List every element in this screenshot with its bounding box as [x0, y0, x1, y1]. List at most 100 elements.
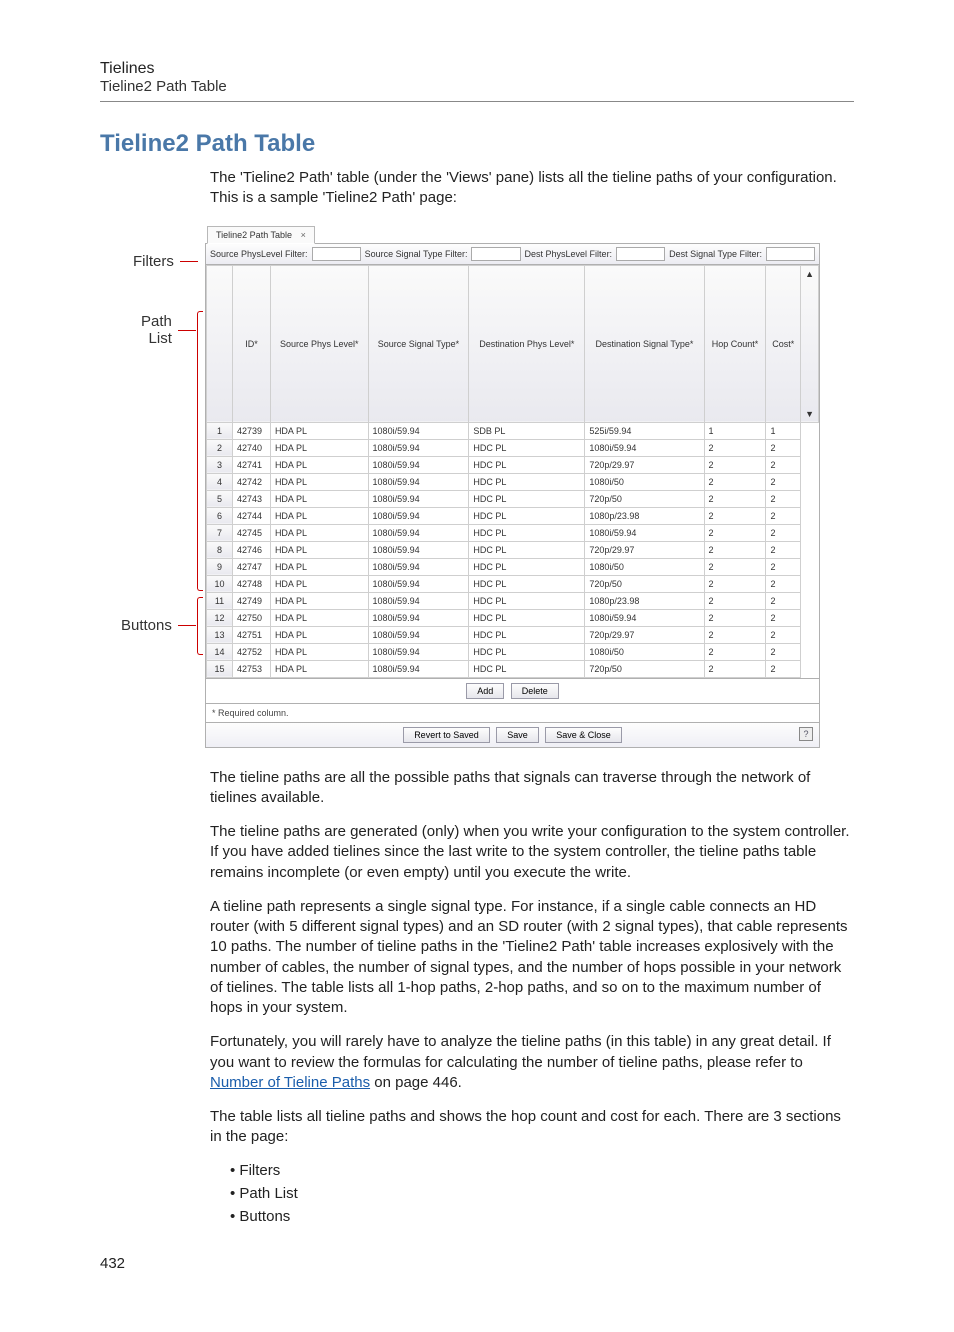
- cell-sst: 1080i/59.94: [368, 473, 469, 490]
- tab-label: Tieline2 Path Table: [216, 230, 292, 240]
- add-delete-row: Add Delete: [205, 679, 820, 704]
- cell-dpl: HDC PL: [469, 609, 585, 626]
- brace-pathlist: [197, 311, 203, 591]
- table-row[interactable]: 342741HDA PL1080i/59.94HDC PL720p/29.972…: [207, 456, 819, 473]
- tab-tieline2[interactable]: Tieline2 Path Table ×: [207, 226, 315, 244]
- cell-dst: 1080i/59.94: [585, 524, 704, 541]
- data-grid: ID* Source Phys Level* Source Signal Typ…: [205, 265, 820, 679]
- cell-dpl: HDC PL: [469, 473, 585, 490]
- cell-hc: 2: [704, 439, 766, 456]
- cell-id: 42739: [233, 422, 271, 439]
- row-num: 14: [207, 643, 233, 660]
- cell-cost: 2: [766, 626, 801, 643]
- table-row[interactable]: 542743HDA PL1080i/59.94HDC PL720p/5022: [207, 490, 819, 507]
- cell-sst: 1080i/59.94: [368, 490, 469, 507]
- table-row[interactable]: 142739HDA PL1080i/59.94SDB PL525i/59.941…: [207, 422, 819, 439]
- para-5b: on page 446.: [370, 1074, 462, 1091]
- filter-input-dst-st[interactable]: [766, 247, 815, 261]
- delete-button[interactable]: Delete: [511, 683, 559, 699]
- filter-input-dst-pl[interactable]: [616, 247, 665, 261]
- filter-input-src-pl[interactable]: [312, 247, 361, 261]
- row-num: 13: [207, 626, 233, 643]
- col-id[interactable]: ID*: [233, 265, 271, 422]
- cell-hc: 2: [704, 575, 766, 592]
- cell-sst: 1080i/59.94: [368, 507, 469, 524]
- screenshot-ui: Filters Path List Buttons Tieline2 Path …: [205, 223, 820, 748]
- bullet-list: Filters Path List Buttons: [230, 1162, 854, 1225]
- cell-dst: 1080p/23.98: [585, 507, 704, 524]
- callout-pathlist: Path List: [141, 313, 172, 347]
- page-number: 432: [100, 1255, 854, 1272]
- table-row[interactable]: 642744HDA PL1080i/59.94HDC PL1080p/23.98…: [207, 507, 819, 524]
- para-6: The table lists all tieline paths and sh…: [210, 1107, 854, 1148]
- cell-cost: 2: [766, 558, 801, 575]
- cell-sst: 1080i/59.94: [368, 626, 469, 643]
- table-row[interactable]: 1442752HDA PL1080i/59.94HDC PL1080i/5022: [207, 643, 819, 660]
- table-row[interactable]: 1542753HDA PL1080i/59.94HDC PL720p/5022: [207, 660, 819, 677]
- table-row[interactable]: 1042748HDA PL1080i/59.94HDC PL720p/5022: [207, 575, 819, 592]
- table-row[interactable]: 842746HDA PL1080i/59.94HDC PL720p/29.972…: [207, 541, 819, 558]
- filter-label-dst-pl: Dest PhysLevel Filter:: [525, 249, 613, 259]
- cell-dpl: HDC PL: [469, 592, 585, 609]
- col-dst-pl[interactable]: Destination Phys Level*: [469, 265, 585, 422]
- table-row[interactable]: 1142749HDA PL1080i/59.94HDC PL1080p/23.9…: [207, 592, 819, 609]
- cell-dpl: SDB PL: [469, 422, 585, 439]
- cell-cost: 2: [766, 592, 801, 609]
- para-4: A tieline path represents a single signa…: [210, 897, 854, 1019]
- cell-spl: HDA PL: [270, 558, 368, 575]
- help-icon[interactable]: ?: [799, 727, 813, 741]
- table-row[interactable]: 1242750HDA PL1080i/59.94HDC PL1080i/59.9…: [207, 609, 819, 626]
- add-button[interactable]: Add: [466, 683, 504, 699]
- save-button[interactable]: Save: [496, 727, 539, 743]
- cell-hc: 2: [704, 541, 766, 558]
- close-icon[interactable]: ×: [301, 230, 306, 240]
- cell-id: 42745: [233, 524, 271, 541]
- cell-dst: 1080i/50: [585, 473, 704, 490]
- cell-dst: 1080i/50: [585, 643, 704, 660]
- para-2: The tieline paths are all the possible p…: [210, 768, 854, 809]
- cell-dst: 720p/50: [585, 490, 704, 507]
- table-row[interactable]: 242740HDA PL1080i/59.94HDC PL1080i/59.94…: [207, 439, 819, 456]
- rownum-header: [207, 265, 233, 422]
- row-num: 2: [207, 439, 233, 456]
- cell-cost: 2: [766, 507, 801, 524]
- cell-hc: 2: [704, 490, 766, 507]
- cell-cost: 2: [766, 490, 801, 507]
- col-cost[interactable]: Cost*: [766, 265, 801, 422]
- cell-id: 42741: [233, 456, 271, 473]
- scrollbar[interactable]: ▲▼: [801, 265, 819, 422]
- col-src-pl[interactable]: Source Phys Level*: [270, 265, 368, 422]
- cell-spl: HDA PL: [270, 609, 368, 626]
- cell-cost: 2: [766, 575, 801, 592]
- table-row[interactable]: 742745HDA PL1080i/59.94HDC PL1080i/59.94…: [207, 524, 819, 541]
- path-table: ID* Source Phys Level* Source Signal Typ…: [206, 265, 819, 678]
- cell-spl: HDA PL: [270, 490, 368, 507]
- tab-bar: Tieline2 Path Table ×: [205, 223, 820, 244]
- cell-dpl: HDC PL: [469, 626, 585, 643]
- cell-id: 42750: [233, 609, 271, 626]
- cell-spl: HDA PL: [270, 575, 368, 592]
- cell-dst: 720p/50: [585, 660, 704, 677]
- filter-input-src-st[interactable]: [471, 247, 520, 261]
- cell-sst: 1080i/59.94: [368, 422, 469, 439]
- cell-spl: HDA PL: [270, 660, 368, 677]
- intro-paragraph: The 'Tieline2 Path' table (under the 'Vi…: [210, 168, 854, 209]
- para-3: The tieline paths are generated (only) w…: [210, 822, 854, 883]
- col-dst-st[interactable]: Destination Signal Type*: [585, 265, 704, 422]
- cell-hc: 2: [704, 609, 766, 626]
- link-tieline-paths[interactable]: Number of Tieline Paths: [210, 1074, 370, 1091]
- save-close-button[interactable]: Save & Close: [545, 727, 622, 743]
- row-num: 15: [207, 660, 233, 677]
- cell-cost: 2: [766, 473, 801, 490]
- table-row[interactable]: 442742HDA PL1080i/59.94HDC PL1080i/5022: [207, 473, 819, 490]
- header-row: ID* Source Phys Level* Source Signal Typ…: [207, 265, 819, 422]
- cell-dpl: HDC PL: [469, 660, 585, 677]
- revert-button[interactable]: Revert to Saved: [403, 727, 490, 743]
- table-row[interactable]: 942747HDA PL1080i/59.94HDC PL1080i/5022: [207, 558, 819, 575]
- header-title: Tielines: [100, 60, 854, 78]
- table-row[interactable]: 1342751HDA PL1080i/59.94HDC PL720p/29.97…: [207, 626, 819, 643]
- cell-spl: HDA PL: [270, 524, 368, 541]
- cell-dpl: HDC PL: [469, 439, 585, 456]
- col-src-st[interactable]: Source Signal Type*: [368, 265, 469, 422]
- col-hop[interactable]: Hop Count*: [704, 265, 766, 422]
